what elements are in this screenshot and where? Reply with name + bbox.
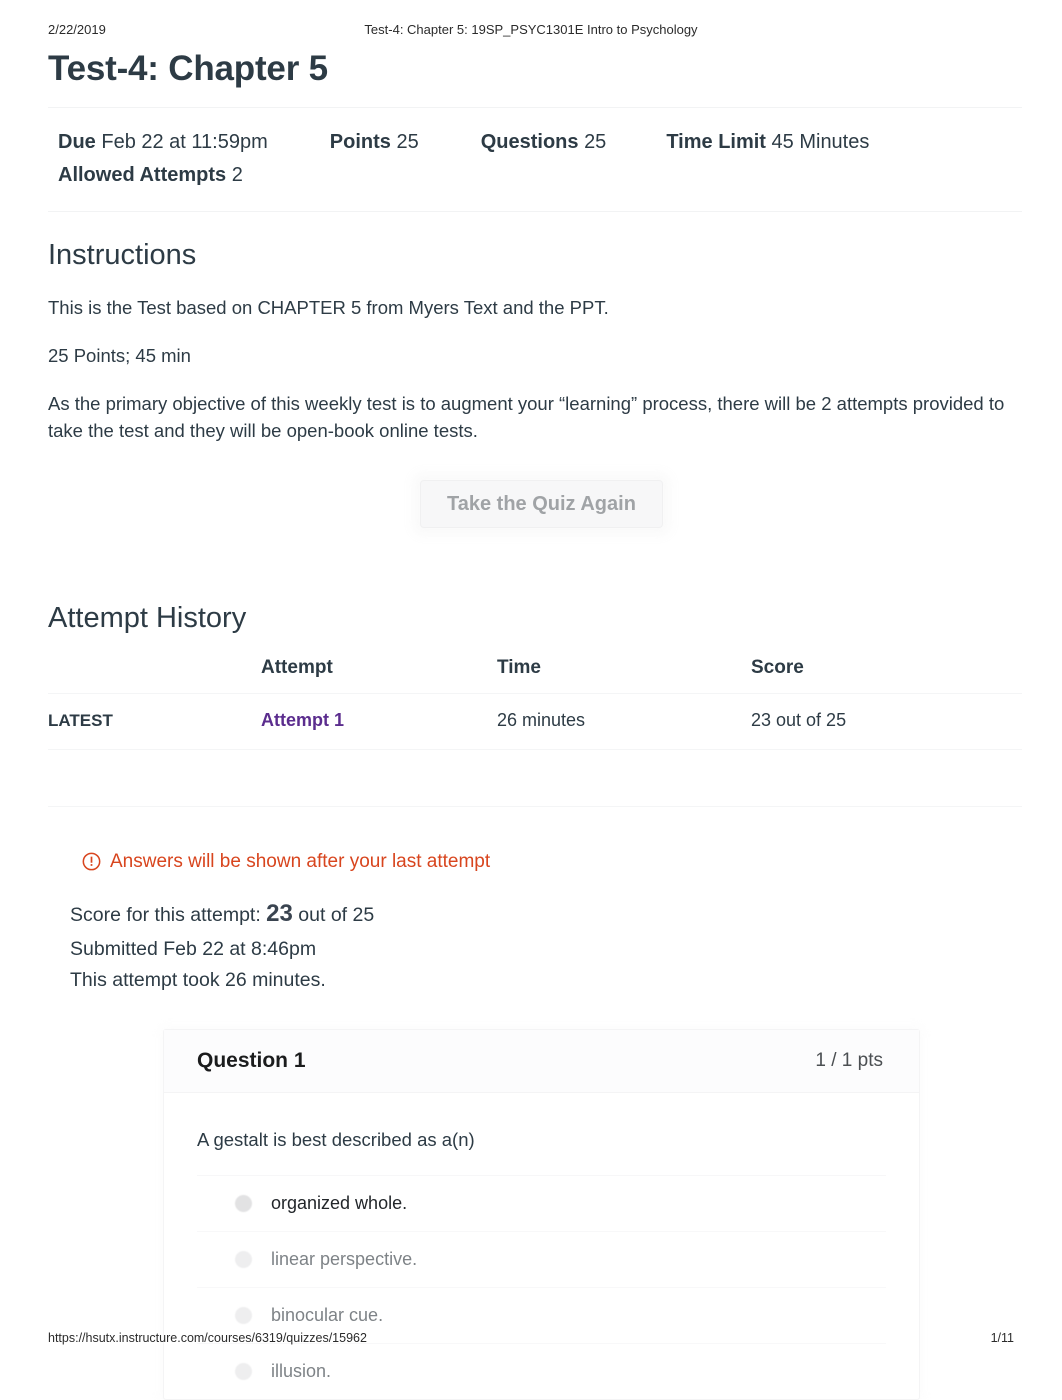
points-label: Points <box>329 131 391 154</box>
answer-label: organized whole. <box>271 1192 408 1213</box>
question-text: A gestalt is best described as a(n) <box>197 1128 475 1150</box>
score-prefix: Score for this attempt: <box>70 903 261 926</box>
due-label: Due <box>58 131 96 154</box>
question-title: Question 1 <box>197 1048 306 1072</box>
instructions-heading: Instructions <box>48 239 197 272</box>
score-suffix: out of 25 <box>298 903 375 926</box>
attempt-score-summary: Score for this attempt: 23 out of 25 Sub… <box>70 895 1022 997</box>
time-limit-label: Time Limit <box>666 131 766 154</box>
points-value: 25 <box>396 131 419 154</box>
answers-notice-text: Answers will be shown after your last at… <box>110 850 491 872</box>
quiz-meta-due: Due Feb 22 at 11:59pm <box>58 126 268 158</box>
question-points: 1 / 1 pts <box>815 1049 883 1071</box>
radio-icon[interactable] <box>235 1194 252 1212</box>
instructions-paragraph-1: This is the Test based on CHAPTER 5 from… <box>48 296 609 318</box>
quiz-meta-questions: Questions 25 <box>481 126 607 158</box>
duration-line: This attempt took 26 minutes. <box>70 969 326 992</box>
print-url: https://hsutx.instructure.com/courses/63… <box>48 1331 367 1345</box>
attempt-latest-flag: LATEST <box>48 693 261 750</box>
quiz-meta-row-2: Allowed Attempts 2 <box>58 159 1012 191</box>
answer-options-list: organized whole. linear perspective. bin… <box>197 1174 886 1399</box>
page-content: Test-4: Chapter 5 Due Feb 22 at 11:59pm P… <box>48 48 1022 1400</box>
attempt-history-table: Attempt Time Score LATEST Attempt 1 26 m… <box>48 652 1022 807</box>
print-document-title: Test-4: Chapter 5: 19SP_PSYC1301E Intro … <box>364 22 698 37</box>
attempt-cell: Attempt 1 <box>261 693 497 750</box>
instructions-paragraph-3: As the primary objective of this weekly … <box>48 393 1005 441</box>
radio-icon[interactable] <box>235 1306 252 1324</box>
table-header-row: Attempt Time Score <box>48 652 1022 694</box>
answers-shown-notice: Answers will be shown after your last at… <box>82 851 1022 873</box>
quiz-actions: Take the Quiz Again <box>48 479 1022 542</box>
quiz-meta-time-limit: Time Limit 45 Minutes <box>666 126 869 158</box>
quiz-meta-summary: Due Feb 22 at 11:59pm Points 25 Questions … <box>48 107 1022 213</box>
print-page-number: 1/11 <box>990 1331 1014 1345</box>
latest-badge: LATEST <box>48 710 113 730</box>
answer-option[interactable]: illusion. <box>197 1344 886 1399</box>
column-header-attempt: Attempt <box>261 652 497 694</box>
answer-option[interactable]: organized whole. <box>197 1176 886 1232</box>
radio-icon[interactable] <box>235 1250 252 1268</box>
allowed-attempts-value: 2 <box>231 163 243 186</box>
question-header: Question 1 1 / 1 pts <box>164 1029 919 1093</box>
print-header: 2/22/2019 Test-4: Chapter 5: 19SP_PSYC13… <box>0 22 1062 40</box>
answer-label: illusion. <box>271 1360 332 1381</box>
table-row: LATEST Attempt 1 26 minutes 23 out of 25 <box>48 693 1022 750</box>
question-body: A gestalt is best described as a(n) orga… <box>164 1093 919 1399</box>
instructions-paragraph-2: 25 Points; 45 min <box>48 345 191 367</box>
score-line: Score for this attempt: 23 out of 25 <box>70 895 1022 934</box>
questions-label: Questions <box>480 131 579 154</box>
print-footer: https://hsutx.instructure.com/courses/63… <box>0 1331 1062 1349</box>
page-title: Test-4: Chapter 5 <box>48 49 328 88</box>
quiz-meta-allowed-attempts: Allowed Attempts 2 <box>58 159 243 191</box>
attempt-1-link[interactable]: Attempt 1 <box>261 710 344 730</box>
questions-value: 25 <box>584 131 607 154</box>
quiz-meta-row-1: Due Feb 22 at 11:59pm Points 25 Questions … <box>58 126 1012 158</box>
table-spacer-row <box>48 749 1022 807</box>
radio-icon[interactable] <box>235 1362 252 1380</box>
column-header-time: Time <box>497 652 751 694</box>
attempt-score-cell: 23 out of 25 <box>751 693 1022 750</box>
score-value: 23 <box>266 899 293 927</box>
column-header-flag <box>48 652 261 694</box>
attempt-time-cell: 26 minutes <box>497 693 751 750</box>
due-value: Feb 22 at 11:59pm <box>101 131 268 154</box>
column-header-score: Score <box>751 652 1022 694</box>
warning-circle-icon <box>82 852 101 871</box>
answer-option[interactable]: linear perspective. <box>197 1232 886 1288</box>
answer-label: binocular cue. <box>271 1304 384 1325</box>
time-limit-value: 45 Minutes <box>771 131 870 154</box>
attempt-history-heading: Attempt History <box>48 601 247 634</box>
quiz-meta-points: Points 25 <box>330 126 419 158</box>
take-quiz-again-button[interactable]: Take the Quiz Again <box>420 479 663 528</box>
allowed-attempts-label: Allowed Attempts <box>58 163 227 186</box>
submitted-line: Submitted Feb 22 at 8:46pm <box>70 937 317 960</box>
answer-label: linear perspective. <box>271 1248 418 1269</box>
